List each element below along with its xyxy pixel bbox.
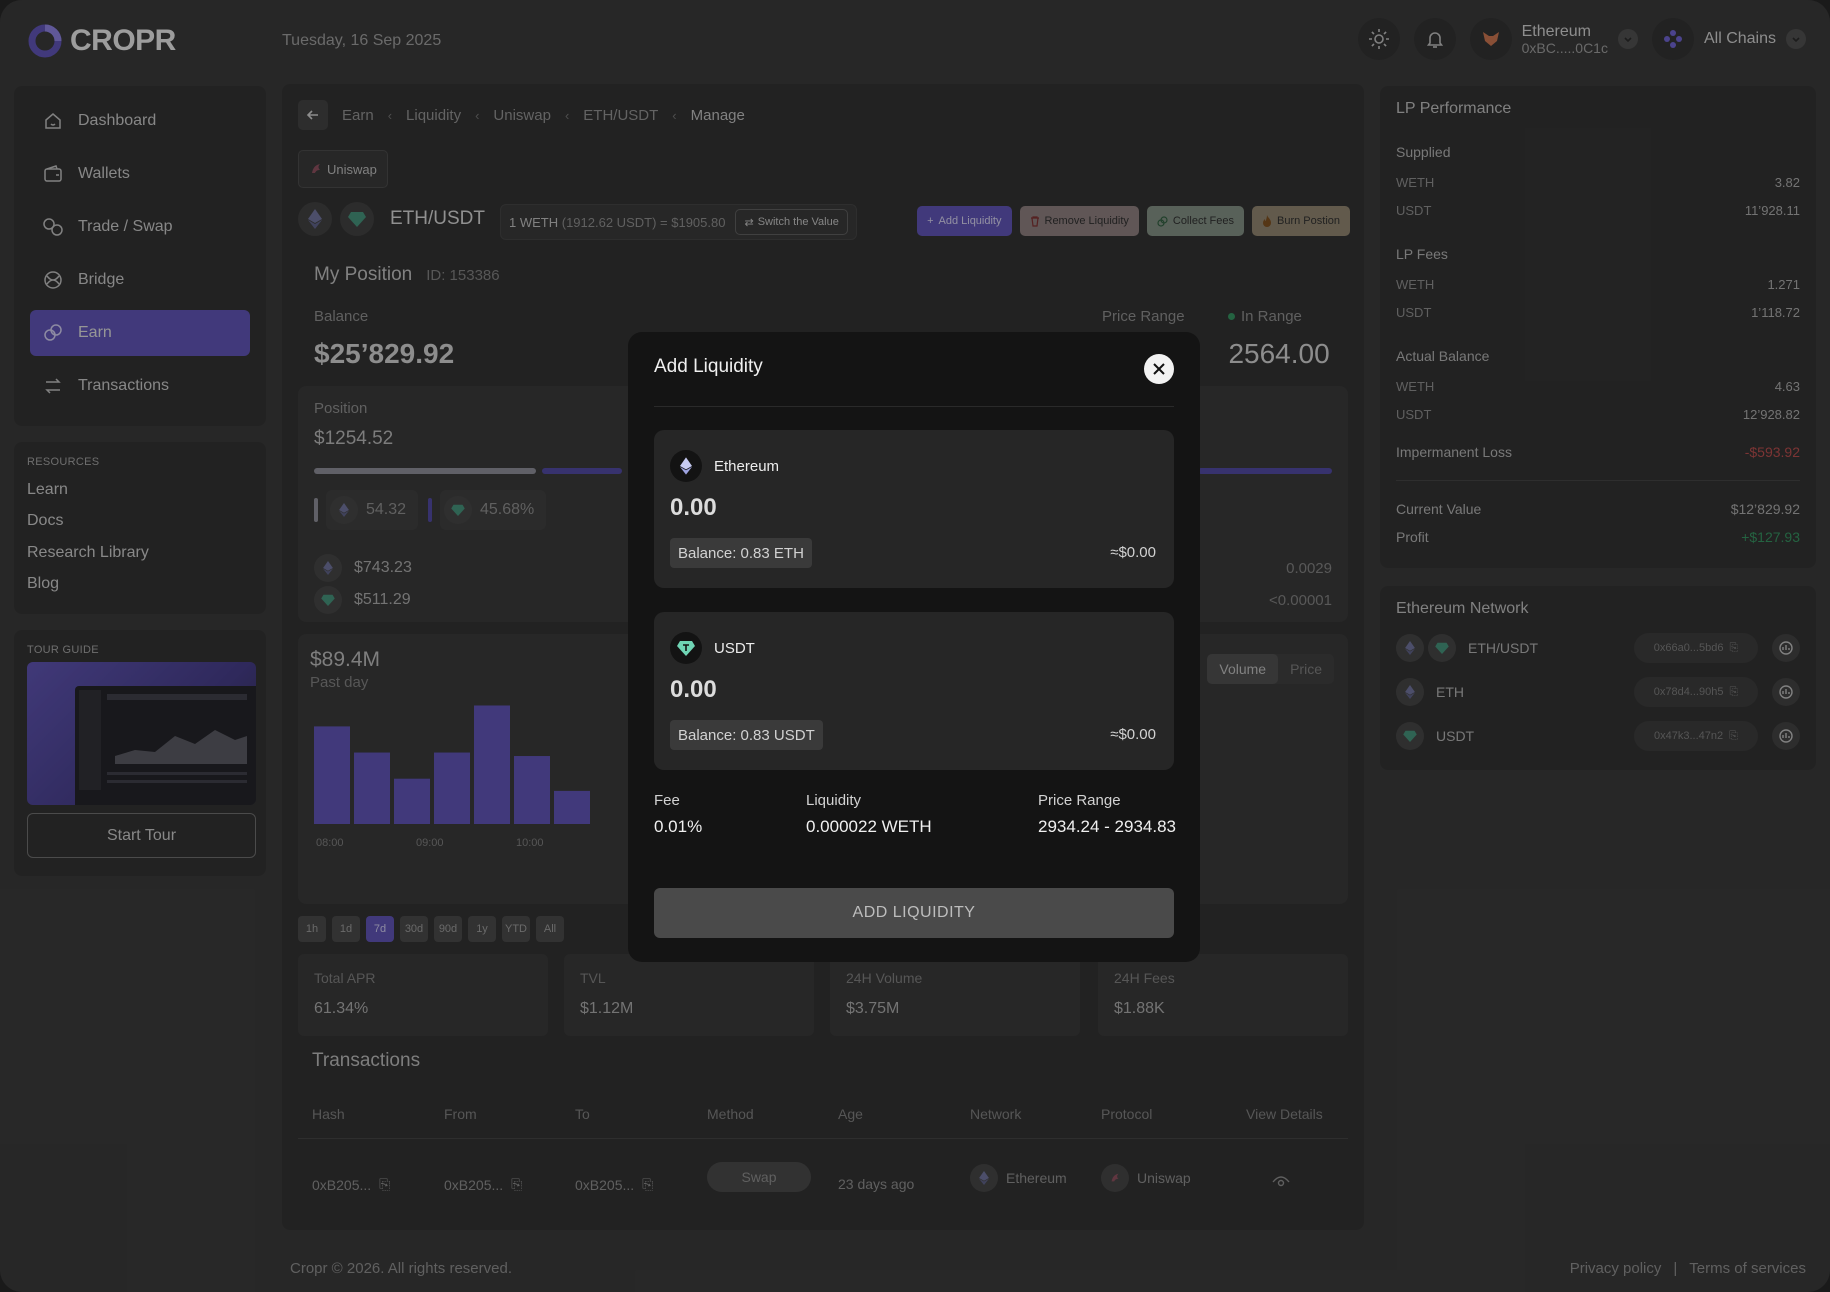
token-input-ethereum[interactable]: Ethereum 0.00 Balance: 0.83 ETH ≈$0.00	[654, 430, 1174, 588]
fee-label: Fee	[654, 792, 680, 809]
token-header: USDT	[670, 632, 755, 664]
price-range-info: Price Range 2934.24 - 2934.83	[1038, 792, 1176, 837]
add-liquidity-modal: Add Liquidity Ethereum 0.00 Balance: 0.8…	[628, 332, 1200, 962]
price-range-value: 2934.24 - 2934.83	[1038, 817, 1177, 836]
token-header: Ethereum	[670, 450, 779, 482]
usdt-icon	[670, 632, 702, 664]
app-window: CROPR Tuesday, 16 Sep 2025 Ethereum 0xBC…	[0, 0, 1830, 1292]
close-icon	[1153, 363, 1165, 375]
add-liquidity-submit-button[interactable]: ADD LIQUIDITY	[654, 888, 1174, 938]
fee-value: 0.01%	[654, 817, 703, 836]
eth-icon	[670, 450, 702, 482]
modal-title: Add Liquidity	[654, 356, 763, 377]
token-name: USDT	[714, 639, 755, 657]
fee-info: Fee 0.01%	[654, 792, 702, 837]
token-balance: Balance: 0.83 ETH	[670, 538, 812, 568]
token-balance: Balance: 0.83 USDT	[670, 720, 823, 750]
liquidity-value: 0.000022 WETH	[806, 817, 932, 836]
close-button[interactable]	[1144, 354, 1174, 384]
token-input-usdt[interactable]: USDT 0.00 Balance: 0.83 USDT ≈$0.00	[654, 612, 1174, 770]
modal-divider	[654, 406, 1174, 407]
liquidity-info: Liquidity 0.000022 WETH	[806, 792, 932, 837]
token-amount-input[interactable]: 0.00	[670, 494, 717, 522]
liquidity-label: Liquidity	[806, 792, 862, 809]
token-amount-input[interactable]: 0.00	[670, 676, 717, 704]
price-range-label: Price Range	[1038, 792, 1121, 809]
token-usd-value: ≈$0.00	[1110, 544, 1156, 561]
token-usd-value: ≈$0.00	[1110, 726, 1156, 743]
token-name: Ethereum	[714, 457, 780, 475]
